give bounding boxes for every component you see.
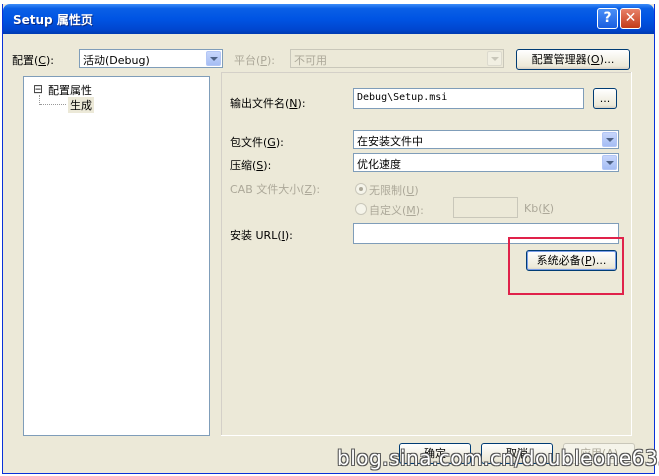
- package-files-label: 包文件(G):: [230, 134, 284, 150]
- kb-unit-suffix: ): [549, 202, 555, 215]
- property-tree[interactable]: ⊟ 配置属性 生成: [23, 76, 210, 436]
- custom-size-text: 自定义(: [369, 204, 407, 217]
- package-files-value: 在安装文件中: [357, 135, 423, 148]
- chevron-down-icon[interactable]: [602, 132, 617, 147]
- kb-unit-text: Kb(: [524, 202, 543, 215]
- config-label-key: C: [38, 54, 46, 67]
- platform-label-text: 平台(: [234, 54, 261, 67]
- output-file-label: 输出文件名(N):: [230, 95, 306, 111]
- platform-label-suffix: ):: [266, 54, 275, 67]
- tree-collapse-icon[interactable]: ⊟: [33, 82, 43, 96]
- tree-item-build[interactable]: 生成: [68, 97, 94, 113]
- output-file-label-key: N: [289, 97, 298, 110]
- platform-label-key: P: [260, 54, 267, 67]
- config-select-value: 活动(Debug): [83, 54, 150, 67]
- platform-select-value: 不可用: [294, 54, 327, 67]
- cab-size-label-suffix: ):: [312, 183, 321, 196]
- custom-size-input[interactable]: [453, 197, 518, 218]
- unlimited-text: 无限制(: [369, 184, 407, 197]
- package-files-label-suffix: ):: [275, 136, 284, 149]
- help-icon: ?: [603, 10, 612, 26]
- unlimited-label: 无限制(U): [369, 182, 419, 198]
- package-files-label-key: G: [267, 136, 276, 149]
- config-select[interactable]: 活动(Debug): [79, 49, 223, 68]
- platform-label: 平台(P):: [234, 52, 275, 68]
- tree-item-config-properties[interactable]: 配置属性: [48, 82, 92, 98]
- output-file-label-text: 输出文件名(: [230, 97, 290, 110]
- kb-unit-label: Kb(K): [524, 202, 554, 215]
- config-manager-text: 配置管理器(: [531, 53, 591, 66]
- browse-button[interactable]: ...: [593, 88, 617, 109]
- cab-size-label: CAB 文件大小(Z):: [230, 181, 320, 197]
- compression-label-text: 压缩(: [230, 159, 257, 172]
- help-button[interactable]: ?: [597, 8, 618, 29]
- compression-label-suffix: ):: [263, 159, 272, 172]
- cab-size-label-key: Z: [304, 183, 313, 196]
- output-file-input[interactable]: Debug\Setup.msi: [353, 88, 584, 109]
- config-label-text: 配置(: [12, 54, 39, 67]
- compression-select[interactable]: 优化速度: [353, 153, 619, 172]
- chevron-down-icon[interactable]: [206, 51, 221, 66]
- config-manager-suffix: )...: [599, 53, 615, 66]
- close-button[interactable]: ✕: [620, 8, 641, 29]
- chevron-down-icon[interactable]: [602, 155, 617, 170]
- title-bar[interactable]: Setup 属性页 ? ✕: [3, 4, 654, 34]
- close-icon: ✕: [624, 10, 637, 26]
- compression-label: 压缩(S):: [230, 157, 271, 173]
- output-file-label-suffix: ):: [297, 97, 306, 110]
- platform-select[interactable]: 不可用: [290, 49, 504, 68]
- install-url-label-text: 安装 URL(: [230, 229, 282, 242]
- highlight-box: [508, 237, 624, 295]
- config-manager-key: O: [590, 53, 600, 66]
- custom-size-suffix: ):: [415, 204, 424, 217]
- unlimited-suffix: ): [414, 184, 419, 197]
- cab-size-label-text: CAB 文件大小(: [230, 183, 305, 196]
- window-title: Setup 属性页: [13, 13, 93, 27]
- output-file-value: Debug\Setup.msi: [357, 92, 448, 103]
- custom-size-radio[interactable]: [355, 203, 367, 215]
- compression-value: 优化速度: [357, 158, 401, 171]
- custom-size-label: 自定义(M):: [369, 202, 424, 218]
- package-files-select[interactable]: 在安装文件中: [353, 130, 619, 149]
- config-label-suffix: ):: [45, 54, 54, 67]
- tree-line: [40, 104, 66, 106]
- properties-dialog: Setup 属性页 ? ✕ 配置(C): 活动(Debug) 平台(P): 不可…: [2, 4, 655, 474]
- install-url-label: 安装 URL(I):: [230, 227, 293, 243]
- custom-size-key: M: [406, 204, 416, 217]
- unlimited-radio[interactable]: [355, 183, 367, 195]
- package-files-label-text: 包文件(: [230, 136, 268, 149]
- install-url-label-suffix: ):: [284, 229, 293, 242]
- kb-unit-key: K: [542, 202, 550, 215]
- config-manager-button[interactable]: 配置管理器(O)...: [516, 49, 630, 70]
- config-label: 配置(C):: [12, 52, 54, 68]
- watermark: blog.sina.com.cn/doubleone6334: [337, 446, 659, 470]
- chevron-down-icon[interactable]: [487, 51, 502, 66]
